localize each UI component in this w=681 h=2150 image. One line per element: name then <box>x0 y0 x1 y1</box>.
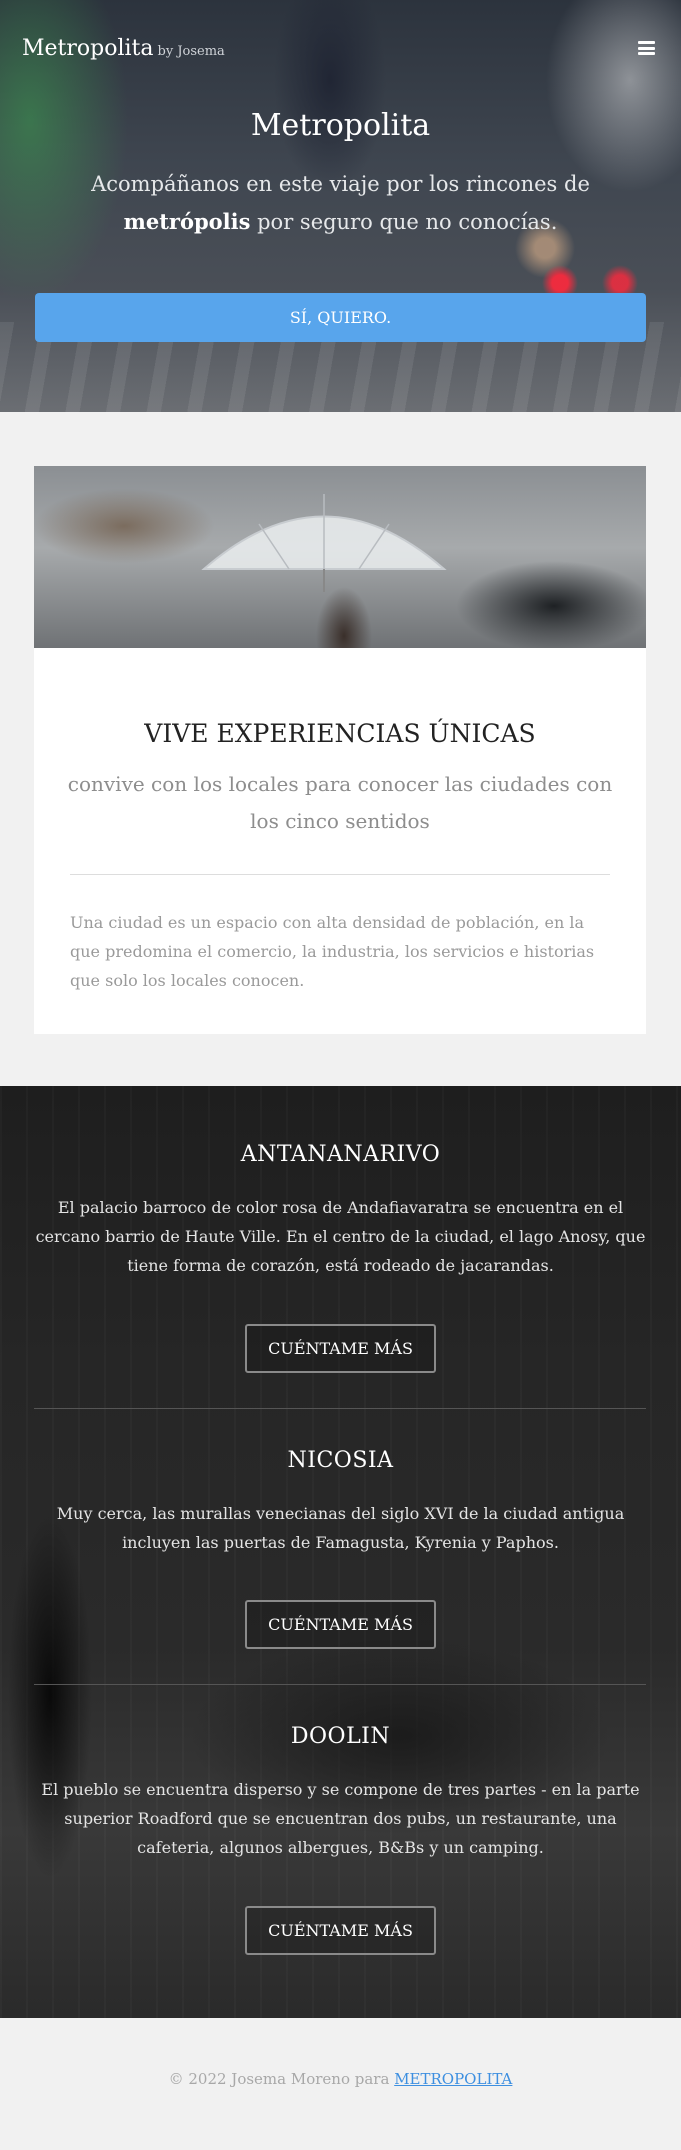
feature-body: Una ciudad es un espacio con alta densid… <box>70 913 595 990</box>
hero-text: Acompáñanos en este viaje por los rincon… <box>30 166 651 241</box>
city-more-button-nicosia[interactable]: CUÉNTAME MÁS <box>245 1600 436 1649</box>
city-title: ANTANANARIVO <box>240 1142 441 1167</box>
feature-title: VIVE EXPERIENCIAS ÚNICAS <box>144 719 536 748</box>
footer-copyright: © 2022 Josema Moreno para <box>168 2070 395 2088</box>
city-title: DOOLIN <box>290 1724 391 1749</box>
hero-title: Metropolita <box>250 108 431 143</box>
hamburger-menu-icon[interactable] <box>638 41 655 55</box>
city-divider <box>34 1684 646 1685</box>
brand-name[interactable]: Metropolita <box>22 36 154 61</box>
city-description: El palacio barroco de color rosa de Anda… <box>35 1198 646 1275</box>
feature-card: VIVE EXPERIENCIAS ÚNICAS convive con los… <box>34 466 646 1034</box>
umbrella-image <box>201 494 447 592</box>
city-title: NICOSIA <box>287 1448 394 1473</box>
footer-link[interactable]: METROPOLITA <box>394 2070 512 2088</box>
hero-text-end: por seguro que no conocías. <box>250 210 558 234</box>
footer: © 2022 Josema Moreno para METROPOLITA <box>0 2070 681 2088</box>
feature-divider <box>70 874 610 875</box>
city-description: El pueblo se encuentra disperso y se com… <box>41 1780 640 1857</box>
brand-logo[interactable]: Metropolita by Josema <box>22 36 225 61</box>
hero-text-start: Acompáñanos en este viaje por los rincon… <box>91 172 590 196</box>
city-more-button-antananarivo[interactable]: CUÉNTAME MÁS <box>245 1324 436 1373</box>
city-description: Muy cerca, las murallas venecianas del s… <box>56 1504 625 1552</box>
city-antananarivo: ANTANANARIVO El palacio barroco de color… <box>0 1142 681 1280</box>
city-more-button-doolin[interactable]: CUÉNTAME MÁS <box>245 1906 436 1955</box>
feature-subtitle: convive con los locales para conocer las… <box>67 772 613 833</box>
umbrella-street-photo <box>34 466 646 648</box>
hero-text-highlight: metrópolis <box>123 209 251 234</box>
hero-section: Metropolita by Josema Metropolita Acompáñ… <box>0 0 681 412</box>
hero-cta-button[interactable]: SÍ, QUIERO. <box>35 293 646 342</box>
city-divider <box>34 1408 646 1409</box>
brand-byline: by Josema <box>157 44 225 59</box>
city-nicosia: NICOSIA Muy cerca, las murallas venecian… <box>0 1448 681 1557</box>
cities-section: ANTANANARIVO El palacio barroco de color… <box>0 1086 681 2018</box>
city-doolin: DOOLIN El pueblo se encuentra disperso y… <box>0 1724 681 1862</box>
